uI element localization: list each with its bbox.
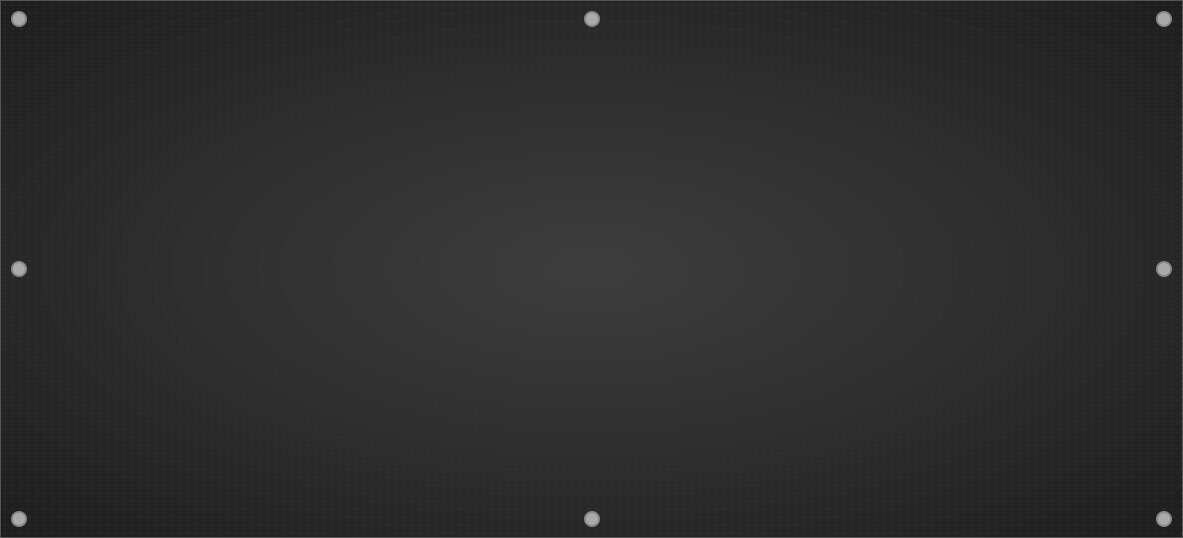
y-axis bbox=[21, 26, 101, 527]
corner-decoration bbox=[584, 11, 600, 27]
lines-chart bbox=[101, 26, 992, 497]
chart-body bbox=[21, 26, 1162, 527]
legend bbox=[1002, 26, 1162, 36]
chart-container bbox=[0, 0, 1183, 538]
chart-plot-area bbox=[101, 26, 992, 527]
corner-decoration bbox=[1156, 11, 1172, 27]
corner-decoration bbox=[11, 11, 27, 27]
